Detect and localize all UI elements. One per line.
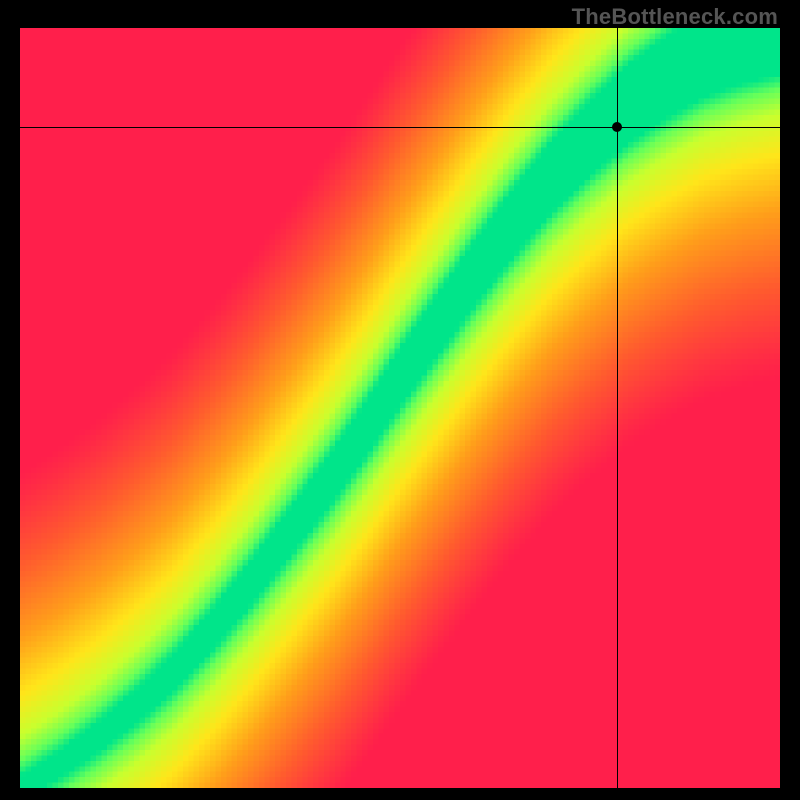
selection-marker[interactable] [612, 122, 622, 132]
crosshair-vertical [617, 28, 618, 788]
heatmap-canvas [20, 28, 780, 788]
heatmap-plot [20, 28, 780, 788]
crosshair-horizontal [20, 127, 780, 128]
watermark-text: TheBottleneck.com [572, 4, 778, 30]
